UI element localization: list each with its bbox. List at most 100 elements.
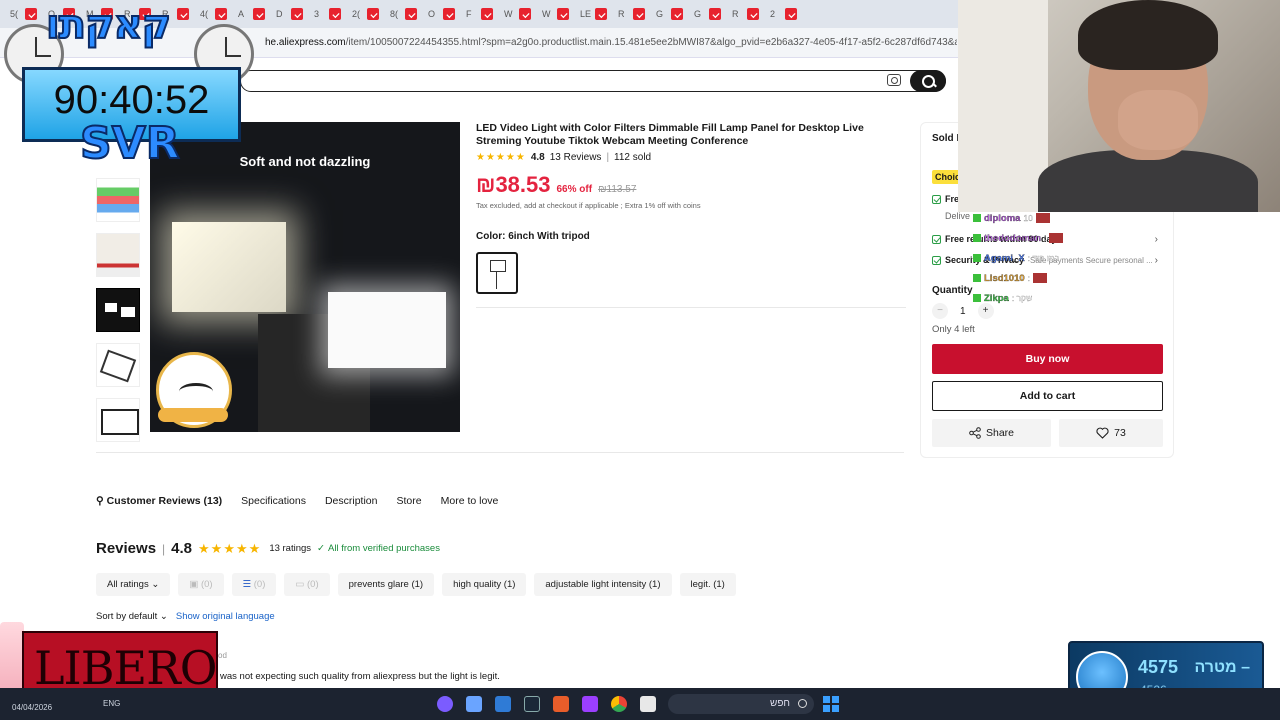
filter-all-ratings[interactable]: All ratings ⌄ (96, 573, 171, 596)
wishlist-button[interactable]: 73 (1059, 419, 1163, 447)
taskbar-date: 04/04/2026 (12, 703, 53, 712)
browser-tab[interactable]: R (728, 5, 765, 23)
check-icon (932, 234, 941, 244)
decrease-button[interactable]: − (932, 303, 948, 319)
filter-comments[interactable]: ▭ (0) (284, 573, 330, 596)
filter-tag[interactable]: high quality (1) (442, 573, 527, 596)
file-explorer-icon[interactable] (640, 696, 656, 712)
url-field[interactable]: he.aliexpress.com/item/1005007224454355.… (265, 37, 957, 48)
quantity-value[interactable]: 1 (960, 306, 966, 317)
browser-tab[interactable]: 8( (386, 5, 423, 23)
chat-text: : כמו קוד (1027, 253, 1060, 263)
browser-tab[interactable]: 3 (310, 5, 347, 23)
separator: | (606, 152, 610, 163)
browser-tab[interactable]: W (500, 5, 537, 23)
stock-note: Only 4 left (932, 324, 975, 335)
calculator-icon[interactable] (466, 696, 482, 712)
browser-tab[interactable]: LE (576, 5, 613, 23)
filter-count: (0) (307, 579, 319, 590)
tab-store[interactable]: Store (397, 495, 422, 507)
buy-now-button[interactable]: Buy now (932, 344, 1163, 374)
rating-value: 4.8 (530, 152, 545, 163)
add-to-cart-button[interactable]: Add to cart (932, 381, 1163, 411)
timer-value: 90:40:52 (53, 78, 210, 122)
windows-start-icon[interactable] (823, 696, 839, 712)
aliexpress-favicon-icon (633, 8, 645, 20)
browser-tab[interactable]: W (538, 5, 575, 23)
flag-icon: ☰ (242, 579, 252, 590)
product-main-image[interactable]: Soft and not dazzling (150, 122, 460, 432)
share-button[interactable]: Share (932, 419, 1051, 447)
site-search-input[interactable] (240, 70, 946, 92)
camera-search-icon[interactable] (887, 74, 901, 86)
chrome-icon[interactable] (611, 696, 627, 712)
url-path: /item/1005007224454355.html?spm=a2g0o.pr… (345, 37, 957, 48)
product-thumbnail-selected[interactable] (96, 288, 140, 332)
chat-user: Lisd1010 (984, 272, 1025, 284)
chat-message: Zikpa: שקר (973, 288, 1133, 308)
rating-row: ★★★★★ 4.8 13 Reviews | 112 sold (476, 152, 651, 163)
reviews-title: Reviews (96, 540, 157, 557)
webcam-person (1118, 90, 1198, 150)
delivery-text: Delive (945, 211, 971, 221)
tab-description[interactable]: Description (325, 495, 378, 507)
tab-label: R (732, 9, 739, 19)
emote-icon (1033, 273, 1048, 283)
emote-icon (1049, 233, 1064, 243)
discord-icon[interactable] (437, 696, 453, 712)
discount-badge: 66% off (556, 184, 593, 195)
subscriber-badge-icon (973, 294, 981, 302)
subscriber-badge-icon (973, 214, 981, 222)
filter-country[interactable]: ☰ (0) (231, 573, 277, 596)
sort-dropdown[interactable]: Sort by default ⌄ (96, 611, 168, 622)
review-filters: All ratings ⌄ ▣ (0) ☰ (0) ▭ (0) prevents… (96, 573, 736, 596)
browser-tab[interactable]: 2 (766, 5, 803, 23)
product-thumbnail[interactable] (96, 233, 140, 277)
heart-icon (1096, 427, 1109, 439)
browser-tab[interactable]: O (424, 5, 461, 23)
reviews-link[interactable]: 13 Reviews (550, 152, 602, 163)
webcam-feed (958, 0, 1280, 212)
search-button[interactable] (910, 70, 946, 92)
ratings-count: 13 ratings (269, 543, 312, 554)
subscriber-badge-icon (973, 234, 981, 242)
price-row: ₪38.53 66% off ₪113.57 (476, 172, 636, 198)
lamp-panel-graphic (172, 222, 286, 312)
browser-tab[interactable]: G (690, 5, 727, 23)
browser-tab[interactable]: G (652, 5, 689, 23)
color-swatch-tripod[interactable] (476, 252, 518, 294)
browser-tab[interactable]: F (462, 5, 499, 23)
obs-icon[interactable] (582, 696, 598, 712)
notepad-icon[interactable] (495, 696, 511, 712)
tab-specifications[interactable]: Specifications (241, 495, 306, 507)
browser-tab[interactable]: 2( (348, 5, 385, 23)
filter-with-photos[interactable]: ▣ (0) (178, 573, 224, 596)
tab-customer-reviews[interactable]: ⚲ Customer Reviews (13) (96, 495, 222, 507)
product-title: LED Video Light with Color Filters Dimma… (476, 122, 864, 147)
product-thumbnail[interactable] (96, 178, 140, 222)
chevron-down-icon: ⌄ (159, 611, 168, 622)
product-thumbnail[interactable] (96, 343, 140, 387)
browser-tab[interactable]: R (614, 5, 651, 23)
game-icon[interactable] (553, 696, 569, 712)
tab-more-to-love[interactable]: More to love (441, 495, 499, 507)
tab-label: F (466, 9, 472, 19)
divider (476, 307, 906, 308)
review-text: was not expecting such quality from alie… (220, 671, 500, 682)
filter-tag[interactable]: prevents glare (1) (337, 573, 435, 596)
product-nav-tabs: ⚲ Customer Reviews (13) Specifications D… (96, 495, 498, 507)
tab-label: G (656, 9, 664, 19)
image-icon: ▣ (189, 579, 199, 590)
tab-label: R (618, 9, 625, 19)
tab-label: D (276, 9, 283, 19)
steam-icon[interactable] (524, 696, 540, 712)
product-thumbnail[interactable] (96, 398, 140, 442)
language-indicator[interactable]: ENG (103, 699, 120, 708)
chat-user: Zikpa (984, 292, 1009, 304)
taskbar-search[interactable]: חפש (668, 694, 814, 714)
filter-tag[interactable]: legit. (1) (679, 573, 736, 596)
chevron-down-icon: ⌄ (151, 579, 160, 590)
filter-tag[interactable]: adjustable light intensity (1) (534, 573, 672, 596)
show-original-language-link[interactable]: Show original language (176, 611, 275, 622)
browser-tab[interactable]: D (272, 5, 309, 23)
